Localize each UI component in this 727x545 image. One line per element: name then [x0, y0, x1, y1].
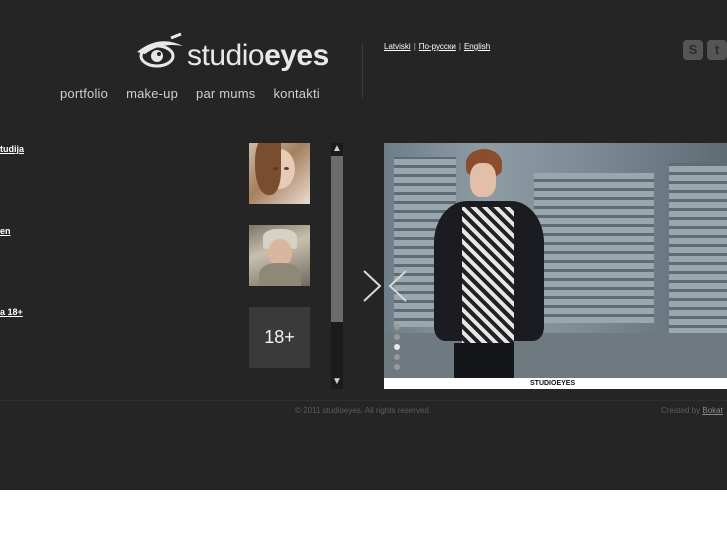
- created-by-label: Created by: [661, 406, 701, 415]
- slide-dot-4[interactable]: [394, 354, 400, 360]
- thumbnail-portrait-1[interactable]: [249, 143, 310, 204]
- category-link-2[interactable]: en: [0, 226, 11, 236]
- slide-dot-3[interactable]: [394, 344, 400, 350]
- lang-separator: |: [413, 42, 416, 51]
- model-face: [470, 163, 496, 197]
- nav-portfolio[interactable]: portfolio: [60, 86, 108, 101]
- created-by-link[interactable]: Bokat: [702, 406, 722, 415]
- twitter-icon[interactable]: t: [707, 40, 727, 60]
- page: studioeyes portfolio make-up par mums ko…: [0, 0, 727, 490]
- nav-par-mums[interactable]: par mums: [196, 86, 255, 101]
- header-divider: [362, 44, 363, 98]
- thumbnail-adult-18plus[interactable]: 18+: [249, 307, 310, 368]
- nav-kontakti[interactable]: kontakti: [273, 86, 319, 101]
- slide-dot-2[interactable]: [394, 334, 400, 340]
- hero-watermark: STUDIOEYES: [530, 380, 576, 387]
- logo-text: studioeyes: [187, 39, 329, 72]
- slide-dot-1[interactable]: [394, 324, 400, 330]
- lang-separator: |: [458, 42, 461, 51]
- slide-dot-5[interactable]: [394, 364, 400, 370]
- window-shutter: [669, 163, 727, 343]
- eye-logo-icon: [137, 32, 183, 68]
- scroll-down-icon[interactable]: ▼: [331, 376, 343, 388]
- hero-slideshow-image[interactable]: [384, 143, 727, 389]
- next-arrow-icon[interactable]: [360, 268, 384, 304]
- lang-english[interactable]: English: [464, 42, 490, 51]
- main-nav: portfolio make-up par mums kontakti: [60, 86, 338, 101]
- thumbnail-portrait-2[interactable]: [249, 225, 310, 286]
- prev-arrow-icon[interactable]: [386, 268, 410, 304]
- category-link-3[interactable]: a 18+: [0, 307, 23, 317]
- copyright-text: © 2011 studioeyes. All rights reserved.: [295, 406, 432, 415]
- scroll-up-icon[interactable]: ▲: [331, 143, 343, 155]
- nav-make-up[interactable]: make-up: [126, 86, 178, 101]
- skype-icon[interactable]: S: [683, 40, 703, 60]
- thumbnail-scrollbar-thumb[interactable]: [331, 156, 343, 322]
- category-link-1[interactable]: tudija: [0, 144, 24, 154]
- lang-russian[interactable]: По-русски: [419, 42, 456, 51]
- model-dress: [462, 207, 514, 357]
- lang-latviski[interactable]: Latviski: [384, 42, 411, 51]
- window-shutter: [534, 173, 654, 323]
- language-switcher: Latviski | По-русски | English: [384, 42, 490, 51]
- thumbnail-18-label: 18+: [264, 327, 295, 347]
- footer-divider: [0, 400, 727, 401]
- created-by: Created by Bokat: [661, 406, 723, 415]
